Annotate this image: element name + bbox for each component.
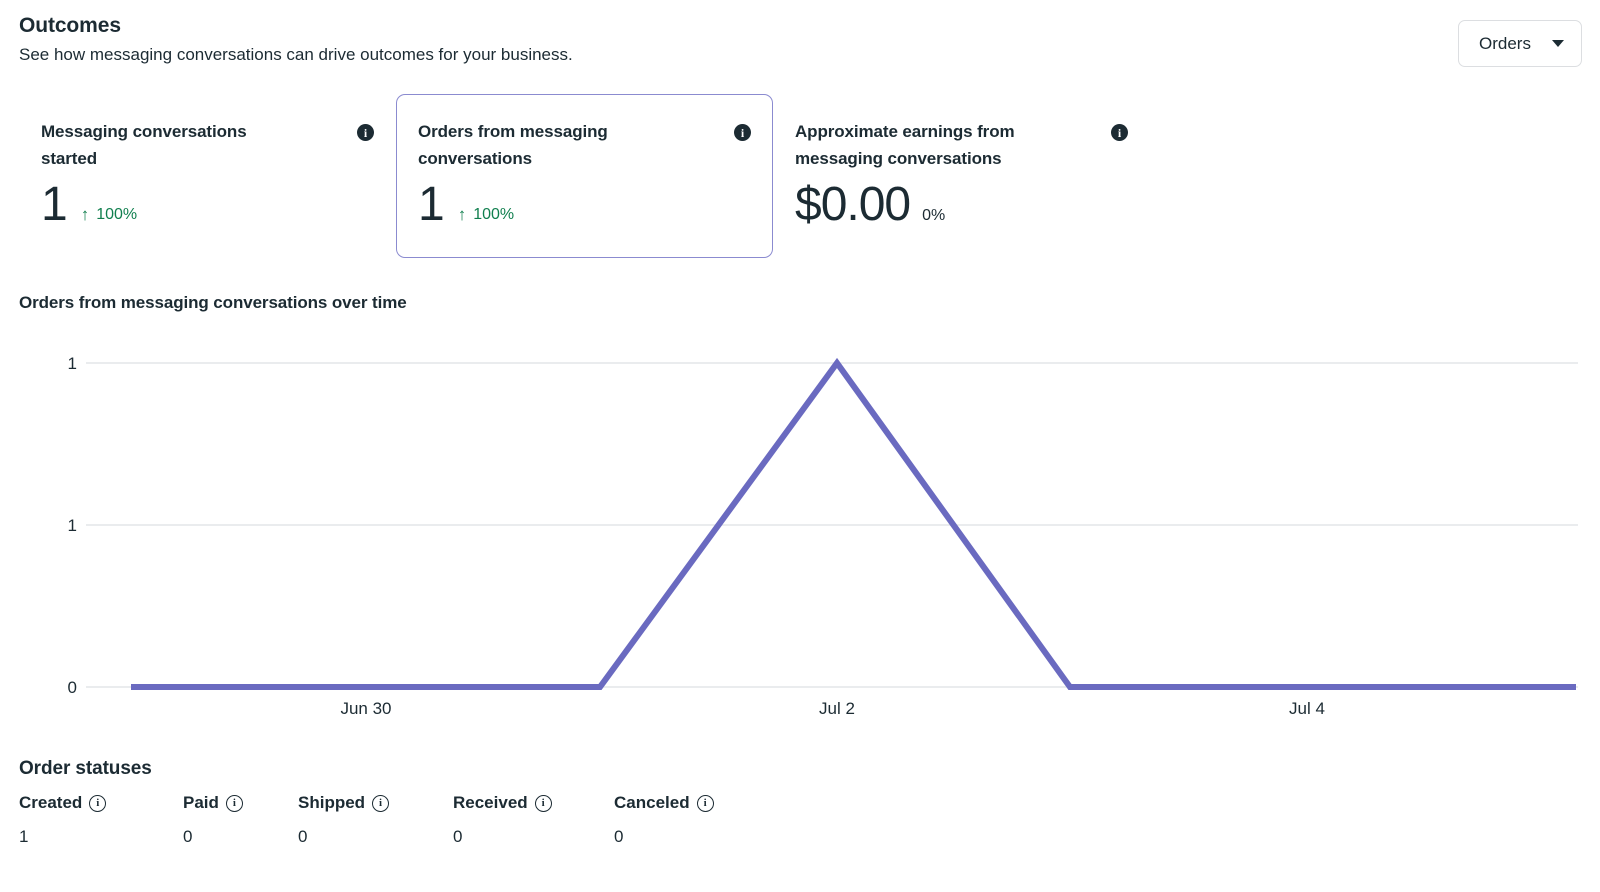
metric-card-delta-value: 0%: [922, 207, 945, 225]
metric-card-earnings[interactable]: Approximate earnings from messaging conv…: [773, 94, 1150, 258]
metric-card-value: 1: [41, 178, 67, 232]
info-icon-glyph: i: [379, 798, 382, 809]
order-status-label: Canceled: [614, 792, 690, 814]
x-tick-label: Jul 4: [1289, 699, 1325, 718]
arrow-up-icon: ↑: [81, 206, 90, 223]
chart-title: Orders from messaging conversations over…: [19, 293, 407, 313]
metric-card-delta-value: 100%: [473, 206, 514, 224]
info-icon[interactable]: i: [697, 795, 714, 812]
metric-cards: Messaging conversations started i 1 ↑ 10…: [19, 94, 1150, 258]
metric-card-delta: 0%: [922, 207, 945, 225]
info-icon[interactable]: i: [372, 795, 389, 812]
page-subtitle: See how messaging conversations can driv…: [19, 39, 573, 67]
y-tick-label: 1: [68, 516, 77, 535]
order-status-value: 1: [19, 827, 183, 847]
order-status-label: Paid: [183, 792, 219, 814]
metric-card-value-row: 1 ↑ 100%: [418, 178, 751, 232]
info-icon[interactable]: i: [535, 795, 552, 812]
order-status-label: Created: [19, 792, 82, 814]
metric-card-value: 1: [418, 178, 444, 232]
order-status-paid: Paid i 0: [183, 792, 298, 847]
outcome-filter-dropdown[interactable]: Orders: [1458, 20, 1582, 67]
metric-card-delta: ↑ 100%: [458, 206, 514, 224]
order-status-header: Canceled i: [614, 792, 714, 814]
chart-svg: 1 1 0 Jun 30 Jul 2 Jul 4: [0, 330, 1600, 730]
metric-card-header: Messaging conversations started i: [41, 118, 374, 172]
outcome-filter-label: Orders: [1479, 34, 1531, 54]
order-status-value: 0: [183, 827, 298, 847]
order-statuses-title: Order statuses: [19, 758, 714, 780]
metric-card-title: Orders from messaging conversations: [418, 118, 680, 172]
order-statuses-row: Created i 1 Paid i 0 Shipped i 0: [19, 792, 714, 847]
info-icon[interactable]: i: [89, 795, 106, 812]
info-icon[interactable]: i: [1111, 124, 1128, 141]
x-tick-label: Jul 2: [819, 699, 855, 718]
order-status-label: Received: [453, 792, 528, 814]
info-icon-glyph: i: [364, 127, 367, 139]
metric-card-header: Orders from messaging conversations i: [418, 118, 751, 172]
order-status-value: 0: [298, 827, 453, 847]
y-tick-label: 0: [68, 678, 77, 697]
orders-over-time-chart: 1 1 0 Jun 30 Jul 2 Jul 4: [0, 330, 1600, 730]
metric-card-value-row: $0.00 0%: [795, 178, 1128, 232]
info-icon-glyph: i: [96, 798, 99, 809]
order-status-header: Shipped i: [298, 792, 453, 814]
metric-card-orders[interactable]: Orders from messaging conversations i 1 …: [396, 94, 773, 258]
order-status-received: Received i 0: [453, 792, 614, 847]
outcomes-page: Outcomes See how messaging conversations…: [0, 0, 1600, 892]
x-tick-label: Jun 30: [340, 699, 391, 718]
metric-card-header: Approximate earnings from messaging conv…: [795, 118, 1128, 172]
order-status-created: Created i 1: [19, 792, 183, 847]
metric-card-title: Messaging conversations started: [41, 118, 303, 172]
page-header: Outcomes See how messaging conversations…: [19, 13, 573, 67]
order-status-shipped: Shipped i 0: [298, 792, 453, 847]
order-status-value: 0: [614, 827, 714, 847]
metric-card-delta-value: 100%: [96, 206, 137, 224]
page-title: Outcomes: [19, 13, 573, 39]
order-status-header: Received i: [453, 792, 614, 814]
order-statuses-section: Order statuses Created i 1 Paid i 0 Ship…: [19, 758, 714, 847]
metric-card-value-row: 1 ↑ 100%: [41, 178, 374, 232]
order-status-label: Shipped: [298, 792, 365, 814]
y-tick-label: 1: [68, 354, 77, 373]
arrow-up-icon: ↑: [458, 206, 467, 223]
order-status-header: Created i: [19, 792, 183, 814]
metric-card-value: $0.00: [795, 178, 910, 232]
info-icon[interactable]: i: [357, 124, 374, 141]
info-icon-glyph: i: [233, 798, 236, 809]
info-icon-glyph: i: [741, 127, 744, 139]
metric-card-title: Approximate earnings from messaging conv…: [795, 118, 1057, 172]
info-icon[interactable]: i: [226, 795, 243, 812]
order-status-header: Paid i: [183, 792, 298, 814]
info-icon[interactable]: i: [734, 124, 751, 141]
info-icon-glyph: i: [542, 798, 545, 809]
metric-card-delta: ↑ 100%: [81, 206, 137, 224]
order-status-canceled: Canceled i 0: [614, 792, 714, 847]
metric-card-conversations-started[interactable]: Messaging conversations started i 1 ↑ 10…: [19, 94, 396, 258]
order-status-value: 0: [453, 827, 614, 847]
chevron-down-icon: [1552, 40, 1564, 47]
info-icon-glyph: i: [1118, 127, 1121, 139]
info-icon-glyph: i: [704, 798, 707, 809]
